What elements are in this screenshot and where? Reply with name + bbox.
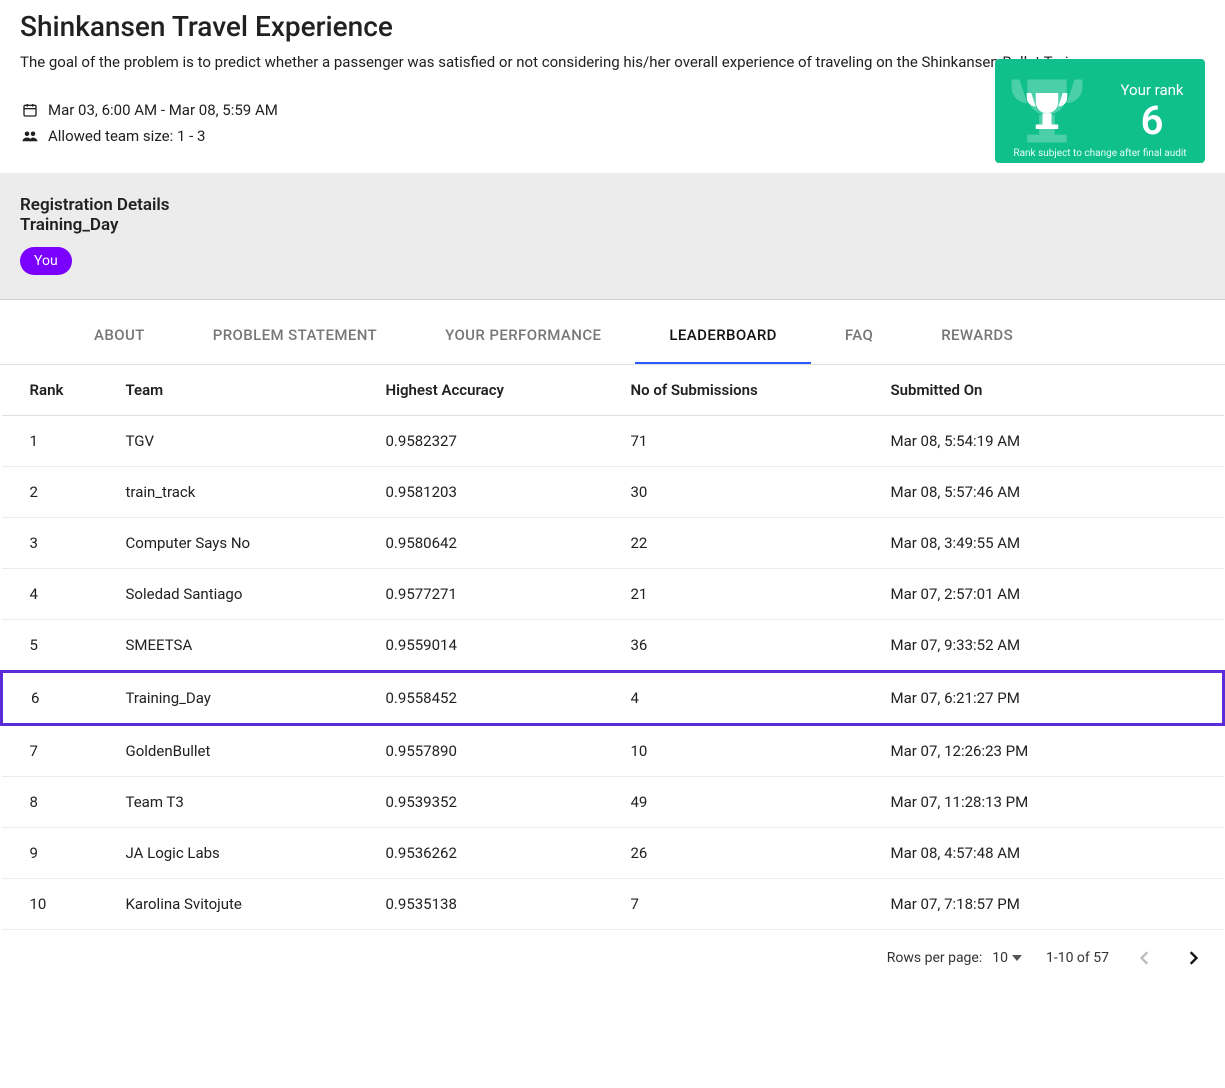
tab-leaderboard[interactable]: LEADERBOARD xyxy=(635,300,810,364)
cell-accuracy: 0.9557890 xyxy=(372,725,617,777)
you-chip[interactable]: You xyxy=(20,247,72,275)
cell-accuracy: 0.9539352 xyxy=(372,777,617,828)
rows-per-page-label: Rows per page: xyxy=(887,950,982,966)
cell-submissions: 22 xyxy=(617,518,877,569)
table-row: 5SMEETSA0.955901436Mar 07, 9:33:52 AM xyxy=(2,620,1224,672)
prev-page-button[interactable] xyxy=(1133,946,1157,970)
tab-faq[interactable]: FAQ xyxy=(811,300,907,364)
page-title: Shinkansen Travel Experience xyxy=(20,10,1205,43)
cell-submitted: Mar 07, 9:33:52 AM xyxy=(877,620,1224,672)
table-row: 9JA Logic Labs0.953626226Mar 08, 4:57:48… xyxy=(2,828,1224,879)
col-rank: Rank xyxy=(2,365,112,416)
cell-rank: 7 xyxy=(2,725,112,777)
cell-rank: 5 xyxy=(2,620,112,672)
calendar-icon xyxy=(20,102,40,118)
cell-accuracy: 0.9582327 xyxy=(372,416,617,467)
table-row: 3Computer Says No0.958064222Mar 08, 3:49… xyxy=(2,518,1224,569)
cell-accuracy: 0.9581203 xyxy=(372,467,617,518)
cell-rank: 2 xyxy=(2,467,112,518)
cell-submissions: 4 xyxy=(617,672,877,725)
cell-team: TGV xyxy=(112,416,372,467)
cell-rank: 3 xyxy=(2,518,112,569)
caret-down-icon xyxy=(1012,955,1022,961)
cell-submitted: Mar 07, 6:21:27 PM xyxy=(877,672,1224,725)
cell-team: SMEETSA xyxy=(112,620,372,672)
rank-value: 6 xyxy=(1099,101,1205,141)
cell-submissions: 21 xyxy=(617,569,877,620)
cell-accuracy: 0.9580642 xyxy=(372,518,617,569)
cell-team: Soledad Santiago xyxy=(112,569,372,620)
registration-team: Training_Day xyxy=(20,215,1205,235)
cell-submissions: 49 xyxy=(617,777,877,828)
cell-rank: 6 xyxy=(2,672,112,725)
tab-problem-statement[interactable]: PROBLEM STATEMENT xyxy=(179,300,411,364)
cell-accuracy: 0.9535138 xyxy=(372,879,617,930)
cell-submitted: Mar 08, 3:49:55 AM xyxy=(877,518,1224,569)
cell-submitted: Mar 07, 12:26:23 PM xyxy=(877,725,1224,777)
cell-rank: 9 xyxy=(2,828,112,879)
cell-submissions: 71 xyxy=(617,416,877,467)
people-icon xyxy=(20,129,40,143)
table-row: 2train_track0.958120330Mar 08, 5:57:46 A… xyxy=(2,467,1224,518)
col-team: Team xyxy=(112,365,372,416)
cell-submitted: Mar 07, 11:28:13 PM xyxy=(877,777,1224,828)
cell-rank: 4 xyxy=(2,569,112,620)
cell-accuracy: 0.9558452 xyxy=(372,672,617,725)
table-row: 1TGV0.958232771Mar 08, 5:54:19 AM xyxy=(2,416,1224,467)
next-page-button[interactable] xyxy=(1181,946,1205,970)
cell-rank: 8 xyxy=(2,777,112,828)
cell-submitted: Mar 08, 4:57:48 AM xyxy=(877,828,1224,879)
cell-submitted: Mar 07, 7:18:57 PM xyxy=(877,879,1224,930)
table-row: 7GoldenBullet0.955789010Mar 07, 12:26:23… xyxy=(2,725,1224,777)
cell-submissions: 36 xyxy=(617,620,877,672)
rank-card: Your rank 6 Rank subject to change after… xyxy=(995,59,1205,163)
chevron-left-icon xyxy=(1140,951,1150,965)
cell-rank: 10 xyxy=(2,879,112,930)
team-size-text: Allowed team size: 1 - 3 xyxy=(48,127,205,145)
cell-accuracy: 0.9536262 xyxy=(372,828,617,879)
rows-per-page-select[interactable]: 10 xyxy=(992,950,1022,966)
table-row: 6Training_Day0.95584524Mar 07, 6:21:27 P… xyxy=(2,672,1224,725)
trophy-icon xyxy=(995,84,1099,138)
table-row: 10Karolina Svitojute0.95351387Mar 07, 7:… xyxy=(2,879,1224,930)
cell-submitted: Mar 08, 5:57:46 AM xyxy=(877,467,1224,518)
tab-about[interactable]: ABOUT xyxy=(60,300,179,364)
chevron-right-icon xyxy=(1188,951,1198,965)
cell-accuracy: 0.9577271 xyxy=(372,569,617,620)
cell-submitted: Mar 07, 2:57:01 AM xyxy=(877,569,1224,620)
registration-block: Registration Details Training_Day You xyxy=(0,173,1225,300)
cell-team: Training_Day xyxy=(112,672,372,725)
date-range-text: Mar 03, 6:00 AM - Mar 08, 5:59 AM xyxy=(48,101,278,119)
tab-your-performance[interactable]: YOUR PERFORMANCE xyxy=(411,300,635,364)
cell-submissions: 30 xyxy=(617,467,877,518)
table-row: 4Soledad Santiago0.957727121Mar 07, 2:57… xyxy=(2,569,1224,620)
cell-team: Team T3 xyxy=(112,777,372,828)
cell-submitted: Mar 08, 5:54:19 AM xyxy=(877,416,1224,467)
cell-accuracy: 0.9559014 xyxy=(372,620,617,672)
pagination: Rows per page: 10 1-10 of 57 xyxy=(0,930,1225,980)
pagination-range: 1-10 of 57 xyxy=(1046,950,1109,966)
cell-submissions: 7 xyxy=(617,879,877,930)
cell-submissions: 26 xyxy=(617,828,877,879)
col-submitted: Submitted On xyxy=(877,365,1224,416)
rows-per-page-value: 10 xyxy=(992,950,1008,966)
cell-submissions: 10 xyxy=(617,725,877,777)
tabs: ABOUTPROBLEM STATEMENTYOUR PERFORMANCELE… xyxy=(0,300,1225,365)
leaderboard-table: Rank Team Highest Accuracy No of Submiss… xyxy=(0,365,1225,930)
rank-note: Rank subject to change after final audit xyxy=(995,148,1205,159)
tab-rewards[interactable]: REWARDS xyxy=(907,300,1047,364)
header: Shinkansen Travel Experience The goal of… xyxy=(0,0,1225,173)
cell-team: Karolina Svitojute xyxy=(112,879,372,930)
cell-team: Computer Says No xyxy=(112,518,372,569)
cell-team: train_track xyxy=(112,467,372,518)
cell-team: JA Logic Labs xyxy=(112,828,372,879)
col-accuracy: Highest Accuracy xyxy=(372,365,617,416)
table-row: 8Team T30.953935249Mar 07, 11:28:13 PM xyxy=(2,777,1224,828)
col-submissions: No of Submissions xyxy=(617,365,877,416)
cell-team: GoldenBullet xyxy=(112,725,372,777)
cell-rank: 1 xyxy=(2,416,112,467)
registration-heading: Registration Details xyxy=(20,195,1205,215)
